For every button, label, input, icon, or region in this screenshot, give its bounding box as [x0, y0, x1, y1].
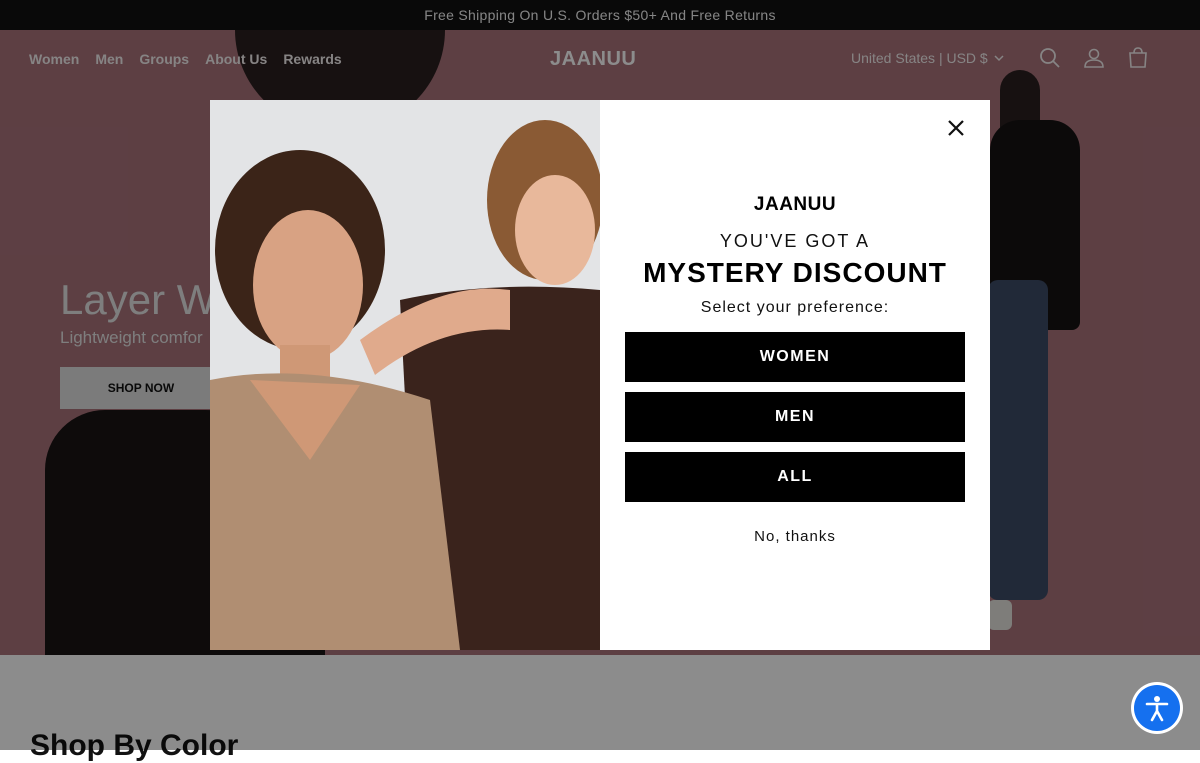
modal-photo — [210, 100, 600, 650]
two-models-illustration — [210, 100, 600, 650]
modal-logo: JAANUU — [753, 194, 837, 215]
mystery-discount-modal: JAANUU YOU'VE GOT A MYSTERY DISCOUNT Sel… — [210, 100, 990, 650]
all-button[interactable]: ALL — [625, 452, 965, 502]
close-icon — [948, 120, 964, 136]
modal-kicker: YOU'VE GOT A — [719, 231, 871, 251]
close-button[interactable] — [940, 112, 972, 144]
modal-panel: JAANUU YOU'VE GOT A MYSTERY DISCOUNT Sel… — [600, 100, 990, 650]
accessibility-button[interactable] — [1134, 685, 1180, 731]
modal-prompt: Select your preference: — [700, 299, 890, 316]
women-button[interactable]: WOMEN — [625, 332, 965, 382]
no-thanks-link[interactable]: No, thanks — [600, 528, 990, 545]
accessibility-icon — [1145, 696, 1169, 722]
men-button[interactable]: MEN — [625, 392, 965, 442]
modal-title: MYSTERY DISCOUNT — [643, 257, 947, 288]
